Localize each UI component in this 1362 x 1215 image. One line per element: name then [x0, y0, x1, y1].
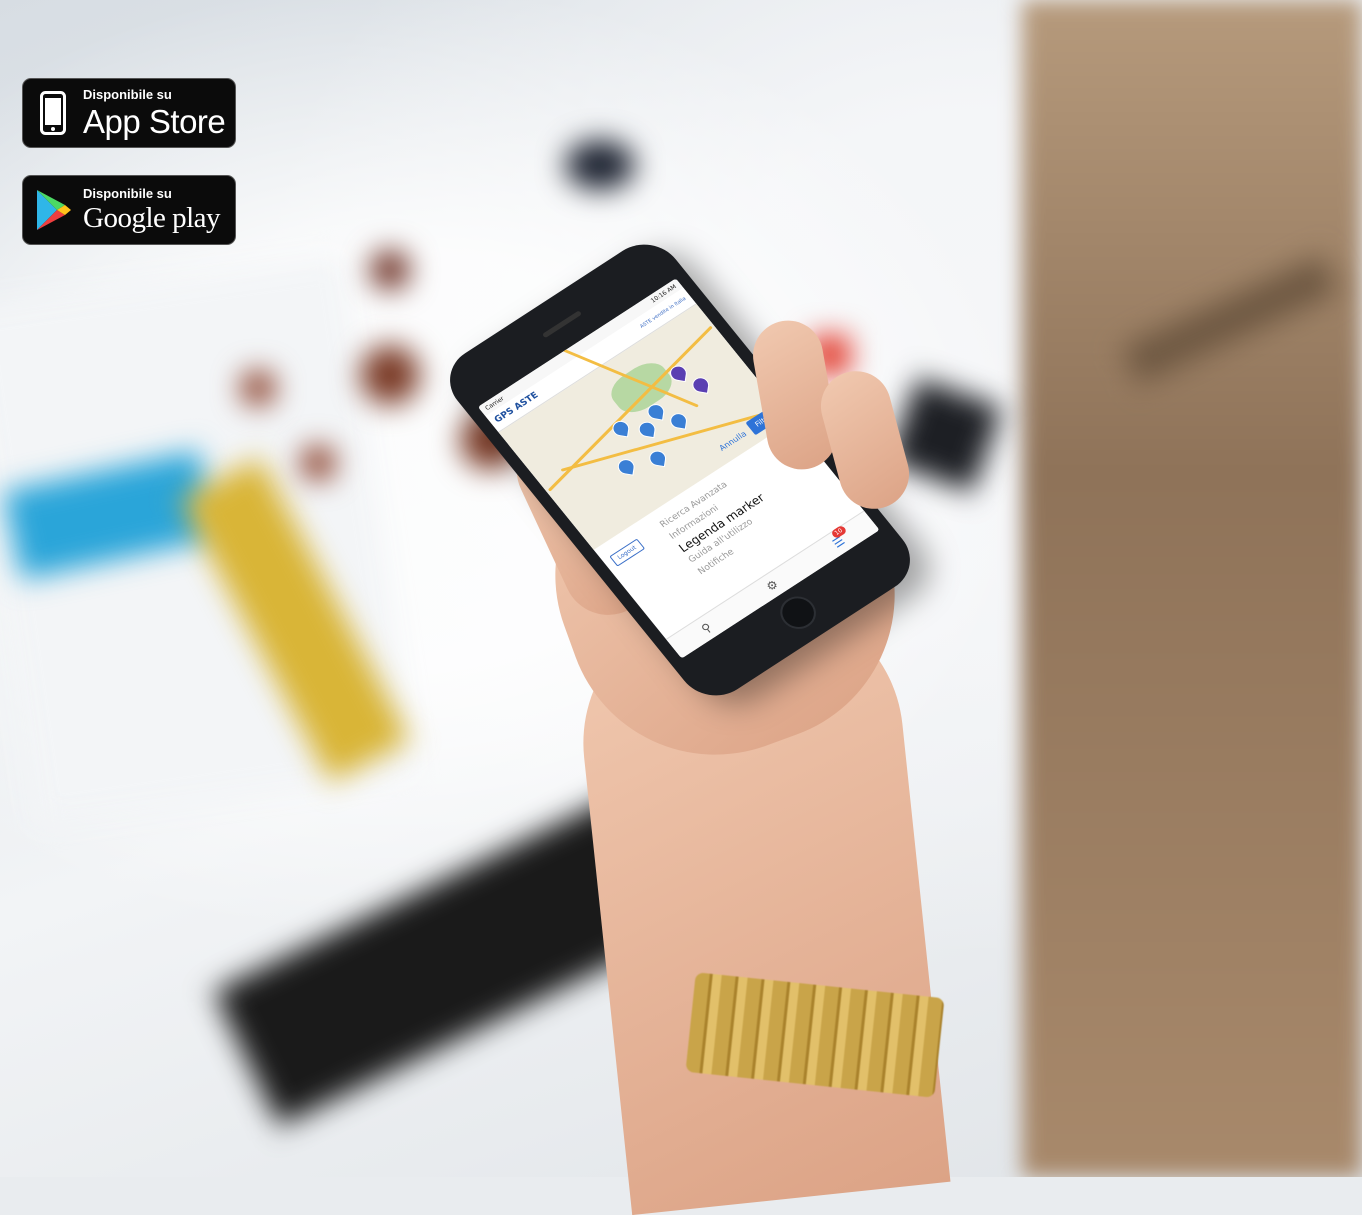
- map-marker-icon[interactable]: [669, 412, 689, 430]
- wooden-table-edge: [1022, 0, 1362, 1177]
- blurred-dot: [370, 250, 410, 290]
- badge-store-name: App Store: [83, 103, 226, 140]
- phone-speaker: [541, 310, 583, 339]
- search-icon[interactable]: ⚲: [698, 620, 714, 636]
- map-marker-icon[interactable]: [648, 449, 668, 468]
- map-park: [603, 355, 680, 420]
- map-marker-icon[interactable]: [616, 457, 636, 476]
- map-marker-icon[interactable]: [611, 419, 631, 438]
- home-button[interactable]: [773, 590, 824, 636]
- google-play-badge[interactable]: Disponibile su Google play: [22, 175, 236, 245]
- badge-caption: Disponibile su: [83, 186, 172, 201]
- map-marker-icon[interactable]: [637, 420, 657, 439]
- phone-icon: [23, 91, 83, 135]
- blurred-dot: [300, 445, 336, 481]
- joystick-icon[interactable]: ⚙: [763, 577, 781, 594]
- phone-screen: Carrier 10:16 AM GPS ASTE ASTE vendite i…: [477, 278, 880, 659]
- blurred-dot: [565, 140, 635, 190]
- notification-badge: 10: [830, 524, 848, 540]
- badge-caption: Disponibile su: [83, 87, 172, 102]
- list-icon[interactable]: ☰ 10: [830, 524, 848, 551]
- map-marker-icon[interactable]: [646, 402, 666, 421]
- map-cluster-icon[interactable]: [691, 376, 711, 394]
- badge-store-name: Google play: [83, 202, 221, 234]
- blurred-dot: [360, 345, 420, 405]
- logout-button[interactable]: Logout: [609, 538, 645, 567]
- blurred-dot: [240, 370, 276, 406]
- app-store-badge[interactable]: Disponibile su App Store: [22, 78, 236, 148]
- play-triangle-icon: [23, 188, 83, 232]
- cancel-button[interactable]: Annulla: [717, 429, 748, 452]
